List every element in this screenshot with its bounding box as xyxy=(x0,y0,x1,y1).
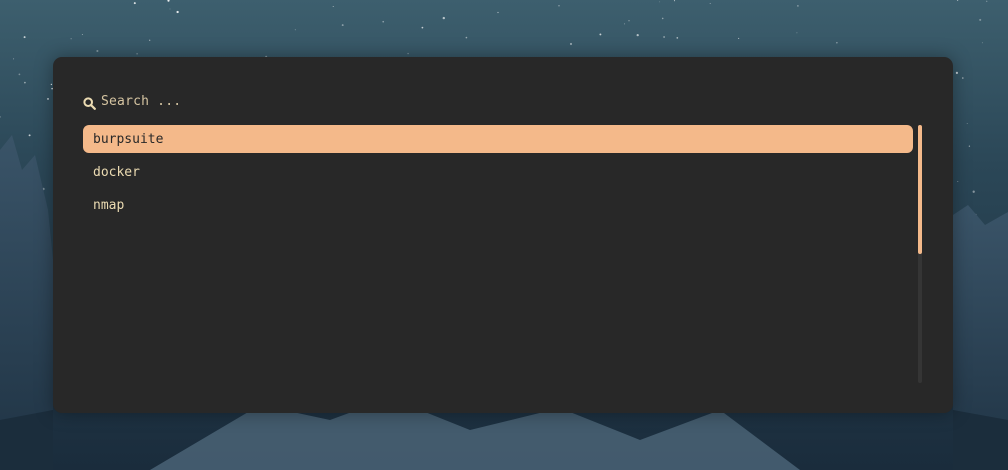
result-item-label: docker xyxy=(93,164,140,180)
search-bar xyxy=(83,91,501,111)
results-list: burpsuite docker nmap xyxy=(83,125,913,224)
results-scrollbar[interactable] xyxy=(918,125,922,383)
result-item-label: burpsuite xyxy=(93,131,164,147)
scrollbar-thumb[interactable] xyxy=(918,125,922,254)
search-input[interactable] xyxy=(101,93,501,109)
result-item-nmap[interactable]: nmap xyxy=(83,191,913,219)
result-item-label: nmap xyxy=(93,197,125,213)
app-launcher: burpsuite docker nmap xyxy=(53,57,953,413)
result-item-burpsuite[interactable]: burpsuite xyxy=(83,125,913,153)
result-item-docker[interactable]: docker xyxy=(83,158,913,186)
search-icon xyxy=(83,95,96,110)
